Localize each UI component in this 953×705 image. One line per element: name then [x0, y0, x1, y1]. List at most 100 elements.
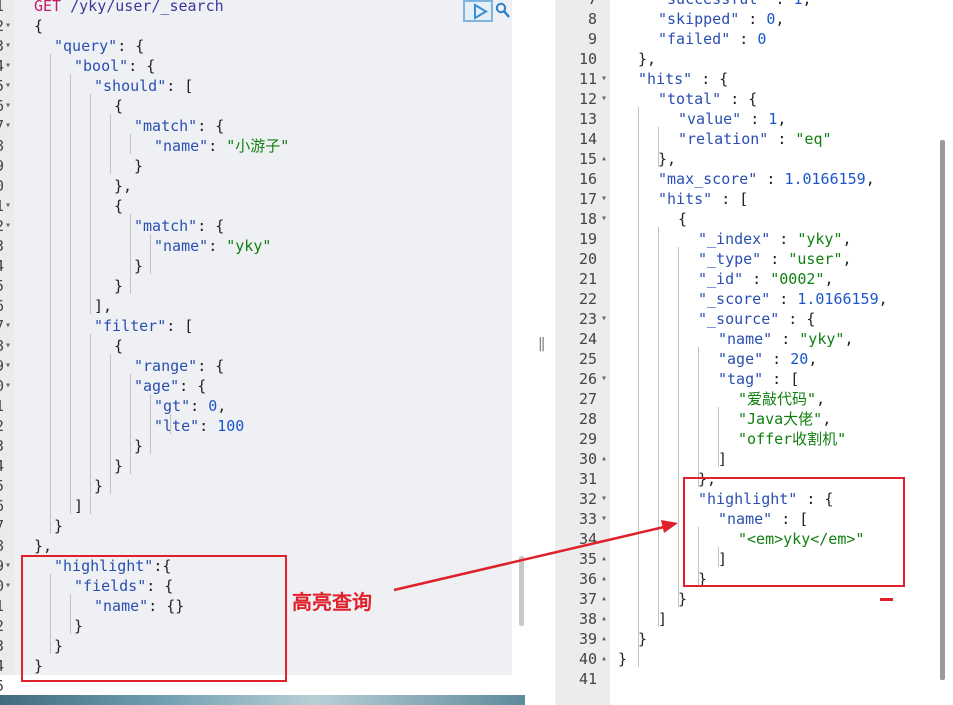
request-code-line[interactable]: "match": {	[134, 216, 224, 236]
fold-arrow-icon[interactable]: ▾	[601, 189, 607, 209]
fold-arrow-icon[interactable]: ▾	[601, 89, 607, 109]
indent-guide	[130, 374, 131, 474]
fold-collapse-icon[interactable]: ▴	[601, 589, 607, 609]
request-code-line[interactable]: "gt": 0,	[154, 396, 226, 416]
play-icon	[474, 3, 488, 20]
fold-arrow-icon[interactable]: ▾	[5, 196, 11, 216]
request-code-line[interactable]: "name": "小游子"	[154, 136, 289, 156]
fold-arrow-icon[interactable]: ▾	[601, 489, 607, 509]
request-code-line[interactable]: "lte": 100	[154, 416, 244, 436]
request-line-number: 3	[0, 636, 4, 656]
fold-arrow-icon[interactable]: ▾	[5, 76, 11, 96]
response-line-number: 37	[578, 590, 597, 608]
fold-collapse-icon[interactable]: ▴	[601, 449, 607, 469]
fold-arrow-icon[interactable]: ▾	[5, 316, 11, 336]
fold-arrow-icon[interactable]: ▾	[601, 509, 607, 529]
fold-arrow-icon[interactable]: ▾	[5, 96, 11, 116]
request-line-number: 5	[0, 76, 4, 96]
fold-arrow-icon[interactable]: ▾	[601, 309, 607, 329]
request-code-line[interactable]: }	[134, 436, 143, 456]
response-scrollbar-thumb[interactable]	[940, 140, 945, 680]
fold-arrow-icon[interactable]: ▾	[5, 36, 11, 56]
request-code-line[interactable]: "age": {	[134, 376, 206, 396]
fold-arrow-icon[interactable]: ▾	[5, 556, 11, 576]
request-code-line[interactable]: }	[54, 516, 63, 536]
response-line-number: 9	[587, 30, 597, 48]
fold-arrow-icon[interactable]: ▾	[5, 116, 11, 136]
fold-collapse-icon[interactable]: ▴	[601, 149, 607, 169]
indent-guide	[110, 354, 111, 494]
fold-arrow-icon[interactable]: ▾	[601, 69, 607, 89]
response-code-line: },	[658, 150, 677, 168]
response-code-line: },	[638, 50, 657, 68]
request-code-line[interactable]: {	[34, 16, 43, 36]
indent-guide	[150, 234, 151, 274]
request-code-line[interactable]: },	[34, 536, 52, 556]
response-line-number: 11	[578, 70, 597, 88]
request-code-line[interactable]: }	[114, 456, 123, 476]
response-line-number: 26	[578, 370, 597, 388]
response-line-number: 14	[578, 130, 597, 148]
fold-arrow-icon[interactable]: ▾	[601, 369, 607, 389]
response-code-line: "successful" : 1,	[658, 0, 812, 9]
response-line-number: 40	[578, 650, 597, 668]
run-request-button[interactable]	[463, 0, 493, 22]
request-code-line[interactable]: {	[114, 336, 123, 356]
fold-collapse-icon[interactable]: ▴	[601, 609, 607, 629]
request-code-line[interactable]: "range": {	[134, 356, 224, 376]
response-line-number: 7	[565, 0, 597, 9]
request-line-number: 4	[0, 56, 4, 76]
fold-collapse-icon[interactable]: ▴	[601, 549, 607, 569]
fold-arrow-icon[interactable]: ▾	[601, 209, 607, 229]
request-line-number: 2	[0, 16, 4, 36]
pane-splitter[interactable]	[525, 0, 555, 705]
request-code-line[interactable]: "match": {	[134, 116, 224, 136]
indent-guide	[170, 414, 171, 434]
fold-arrow-icon[interactable]: ▾	[5, 216, 11, 236]
response-line-number: 20	[578, 250, 597, 268]
request-code-line[interactable]: }	[114, 276, 123, 296]
request-code-line[interactable]: "query": {	[54, 36, 144, 56]
response-code-line: "age" : 20,	[718, 350, 818, 368]
fold-collapse-icon[interactable]: ▴	[601, 649, 607, 669]
request-code-line[interactable]: GET /yky/user/_search	[34, 0, 224, 16]
fold-arrow-icon[interactable]: ▾	[5, 376, 11, 396]
request-line-number: 9	[0, 356, 4, 376]
splitter-grip-icon[interactable]: ||	[538, 336, 546, 352]
request-line-number: 9	[0, 156, 4, 176]
fold-arrow-icon[interactable]: ▾	[5, 356, 11, 376]
request-line-number: 6	[0, 296, 4, 316]
request-code-line[interactable]: }	[134, 256, 143, 276]
fold-arrow-icon[interactable]: ▾	[5, 336, 11, 356]
request-line-number: 4	[0, 456, 4, 476]
response-code-line: "offer收割机"	[738, 430, 847, 448]
fold-collapse-icon[interactable]: ▴	[601, 629, 607, 649]
response-line-number: 29	[578, 430, 597, 448]
fold-arrow-icon[interactable]: ▾	[5, 16, 11, 36]
response-code-line: "skipped" : 0,	[658, 10, 785, 28]
response-viewer-pane[interactable]: 7 "successful" : 1, 8 "skipped" : 0, 9 "faile…	[555, 0, 953, 705]
request-code-line[interactable]: ]	[74, 496, 83, 516]
fold-collapse-icon[interactable]: ▴	[601, 569, 607, 589]
request-code-line[interactable]: "filter": [	[94, 316, 193, 336]
response-code-line: "hits" : [	[658, 190, 749, 208]
response-code-line: ]	[658, 610, 668, 628]
request-code-line[interactable]: {	[114, 96, 123, 116]
request-scrollbar-thumb[interactable]	[519, 556, 524, 626]
wrench-icon[interactable]	[495, 2, 511, 20]
response-line-number: 39	[578, 630, 597, 648]
request-code-line[interactable]: }	[94, 476, 103, 496]
request-code-line[interactable]: "bool": {	[74, 56, 155, 76]
request-line-number: 5	[0, 276, 4, 296]
response-line-number: 41	[578, 670, 597, 688]
response-line-number: 33	[578, 510, 597, 528]
request-code-line[interactable]: "should": [	[94, 76, 193, 96]
fold-arrow-icon[interactable]: ▾	[5, 576, 11, 596]
request-line-number: 0	[0, 176, 4, 196]
request-code-line[interactable]: ],	[94, 296, 112, 316]
request-code-line[interactable]: },	[114, 176, 132, 196]
fold-arrow-icon[interactable]: ▾	[5, 56, 11, 76]
request-code-line[interactable]: {	[114, 196, 123, 216]
request-code-line[interactable]: "name": "yky"	[154, 236, 271, 256]
request-code-line[interactable]: }	[134, 156, 143, 176]
